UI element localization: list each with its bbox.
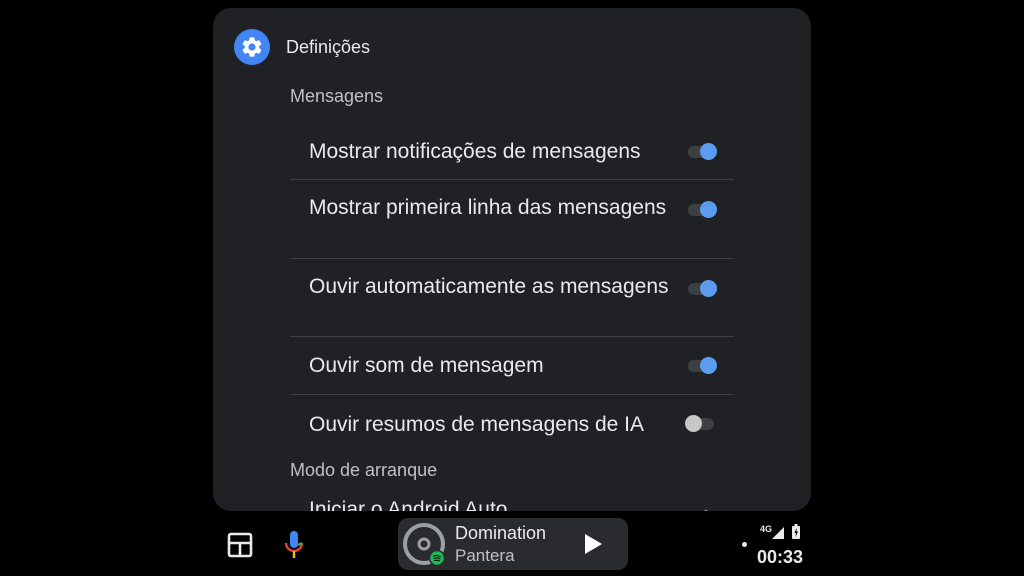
panel-header: Definições [234, 28, 370, 66]
track-title: Domination [455, 523, 547, 543]
setting-toggle[interactable] [688, 201, 717, 218]
setting-row-ai-summaries[interactable]: Ouvir resumos de mensagens de IA [290, 395, 734, 453]
status-icons: 4G [760, 523, 806, 541]
microphone-icon[interactable] [282, 529, 306, 561]
setting-toggle[interactable] [685, 415, 714, 432]
setting-row-show-notifications[interactable]: Mostrar notificações de mensagens [290, 124, 734, 180]
page-title: Definições [286, 36, 371, 57]
setting-row-message-sound[interactable]: Ouvir som de mensagem [290, 337, 734, 395]
startup-item-label[interactable]: Iniciar o Android Auto [309, 498, 507, 511]
setting-toggle[interactable] [688, 356, 717, 374]
settings-panel: Definições Mensagens Mostrar notificaçõe… [213, 8, 811, 511]
setting-toggle[interactable] [688, 142, 717, 160]
album-art-icon [402, 522, 446, 567]
toggle-knob [700, 201, 717, 218]
toggle-knob [700, 142, 717, 160]
section-label-startup: Modo de arranque [290, 460, 438, 480]
toggle-knob [685, 415, 702, 432]
toggle-knob [700, 356, 717, 374]
setting-row-show-first-line[interactable]: Mostrar primeira linha das mensagens [290, 180, 734, 259]
setting-label: Mostrar primeira linha das mensagens [309, 196, 667, 219]
chevron-right-icon: › [704, 500, 711, 511]
setting-label: Ouvir resumos de mensagens de IA [309, 412, 644, 436]
network-type-label: 4G [760, 524, 772, 534]
section-label-messages: Mensagens [290, 86, 384, 106]
media-player-card[interactable]: Domination Pantera [398, 518, 628, 570]
setting-label: Ouvir som de mensagem [309, 354, 544, 377]
gear-icon[interactable] [234, 29, 270, 65]
messages-settings-list: Mostrar notificações de mensagens Mostra… [290, 124, 734, 453]
setting-label: Mostrar notificações de mensagens [309, 140, 641, 163]
signal-icon [772, 527, 784, 539]
android-auto-screen: Definições Mensagens Mostrar notificaçõe… [0, 0, 1024, 576]
clock: 00:33 [757, 547, 804, 567]
track-artist: Pantera [455, 546, 515, 565]
notification-dot [742, 542, 747, 547]
setting-toggle[interactable] [688, 280, 717, 297]
bottom-bar: Domination Pantera 4G 00:33 [0, 512, 1024, 576]
play-icon[interactable] [582, 532, 604, 556]
toggle-knob [700, 280, 717, 297]
setting-label: Ouvir automaticamente as mensagens [309, 275, 669, 298]
app-grid-icon[interactable] [226, 531, 254, 559]
setting-row-auto-read[interactable]: Ouvir automaticamente as mensagens [290, 259, 734, 337]
